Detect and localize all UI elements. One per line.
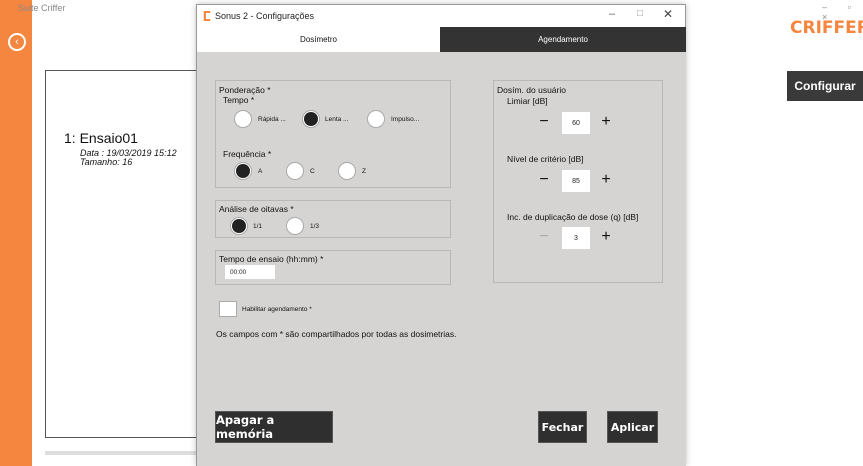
limiar-label: Limiar [dB] — [507, 96, 548, 106]
duplicacao-plus-button[interactable]: + — [598, 229, 614, 245]
limiar-value[interactable]: 60 — [562, 112, 590, 134]
oitava-1-3-label: 1/3 — [310, 223, 320, 230]
left-sidebar — [0, 0, 32, 466]
frequencia-z-radio[interactable] — [338, 162, 356, 180]
duplicacao-minus-button[interactable]: − — [536, 229, 552, 245]
frequencia-c-radio[interactable] — [286, 162, 304, 180]
document-size: Tamanho: 16 — [80, 157, 133, 167]
frequencia-c-label: C — [310, 168, 315, 175]
frequencia-a-radio[interactable] — [234, 162, 252, 180]
criterio-minus-button[interactable]: − — [536, 172, 552, 188]
duplicacao-value[interactable]: 3 — [562, 227, 590, 249]
tab-dosimetro[interactable]: Dosímetro — [197, 27, 440, 52]
dialog-body: Ponderação * Tempo * Rápida ... Lenta ..… — [197, 52, 686, 466]
tempo-impulso-label: Impulso... — [391, 116, 420, 123]
criterio-value[interactable]: 85 — [562, 170, 590, 192]
criffer-logo-icon — [203, 11, 211, 21]
oitava-1-1-radio[interactable] — [230, 217, 248, 235]
tempo-lenta-radio[interactable] — [302, 110, 320, 128]
horizontal-scrollbar[interactable] — [45, 451, 197, 455]
tempo-impulso-radio[interactable] — [367, 110, 385, 128]
dosimetro-usuario-label: Dosím. do usuário — [497, 85, 566, 95]
analise-oitavas-group: Análise de oitavas * 1/1 1/3 — [215, 200, 451, 238]
tempo-rapida-radio[interactable] — [234, 110, 252, 128]
close-button[interactable]: Fechar — [538, 411, 587, 443]
tempo-label: Tempo * — [223, 95, 255, 105]
minimize-icon[interactable]: – — [609, 8, 615, 20]
tempo-ensaio-input[interactable]: 00:00 — [225, 265, 275, 279]
apply-button[interactable]: Aplicar — [607, 411, 658, 443]
limiar-minus-button[interactable]: − — [536, 114, 552, 130]
criterio-plus-button[interactable]: + — [598, 172, 614, 188]
habilitar-agendamento-checkbox[interactable] — [219, 301, 237, 317]
tempo-ensaio-label: Tempo de ensaio (hh:mm) * — [219, 254, 324, 264]
settings-dialog: Sonus 2 - Configurações – □ ✕ Dosímetro … — [196, 4, 686, 466]
tab-agendamento[interactable]: Agendamento — [440, 27, 686, 52]
close-icon[interactable]: ✕ — [663, 7, 673, 21]
document-title[interactable]: 1: Ensaio01 — [64, 130, 138, 146]
dialog-title: Sonus 2 - Configurações — [215, 11, 315, 21]
frequencia-label: Frequência * — [223, 149, 272, 159]
duplicacao-label: Inc. de duplicação de dose (q) [dB] — [507, 212, 639, 222]
limiar-plus-button[interactable]: + — [598, 114, 614, 130]
back-arrow-icon[interactable]: ‹ — [8, 33, 26, 51]
clear-memory-button[interactable]: Apagar a memória — [215, 411, 333, 443]
tempo-lenta-label: Lenta ... — [325, 116, 349, 123]
criterio-label: Nível de critério [dB] — [507, 154, 584, 164]
ponderacao-label: Ponderação * — [219, 85, 271, 95]
maximize-icon[interactable]: □ — [637, 8, 643, 19]
habilitar-agendamento-label: Habilitar agendamento * — [242, 306, 312, 313]
tempo-rapida-label: Rápida ... — [258, 116, 286, 123]
frequencia-a-label: A — [258, 168, 263, 175]
brand-logo: CRIFFER — [790, 18, 863, 38]
document-preview-panel — [45, 70, 197, 438]
oitava-1-3-radio[interactable] — [286, 217, 304, 235]
criffer-logo-icon — [7, 2, 15, 13]
dosimetro-usuario-group: Dosím. do usuário Limiar [dB] − 60 + Nív… — [493, 80, 663, 283]
app-title: Suite Criffer — [18, 3, 66, 13]
ponderacao-group: Ponderação * Tempo * Rápida ... Lenta ..… — [215, 80, 451, 188]
frequencia-z-label: Z — [362, 168, 366, 175]
shared-fields-note: Os campos com * são compartilhados por t… — [216, 329, 457, 339]
tempo-ensaio-group: Tempo de ensaio (hh:mm) * 00:00 — [215, 250, 451, 285]
oitava-1-1-label: 1/1 — [253, 223, 263, 230]
configure-button[interactable]: Configurar — [787, 71, 863, 101]
analise-oitavas-label: Análise de oitavas * — [219, 204, 294, 214]
